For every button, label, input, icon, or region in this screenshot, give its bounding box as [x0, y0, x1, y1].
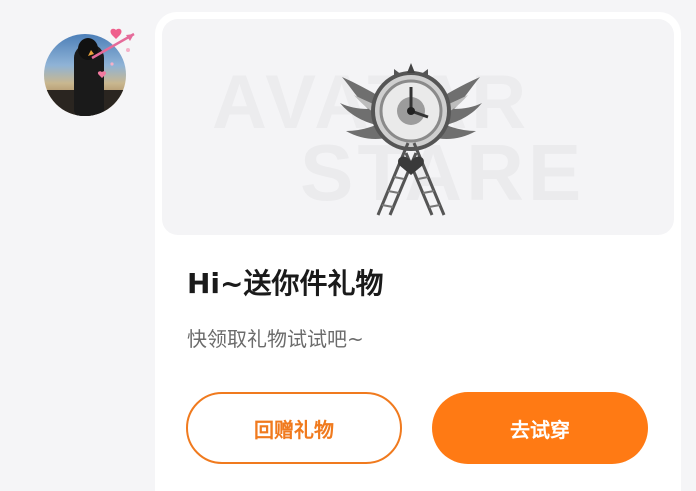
- gift-title: Hi~送你件礼物: [187, 267, 384, 300]
- return-gift-button[interactable]: 回赠礼物: [186, 392, 402, 464]
- gift-banner: AVATAR STARE: [162, 19, 674, 235]
- cupid-arrow-decoration-icon: [88, 28, 135, 78]
- gift-card: AVATAR STARE: [155, 12, 681, 491]
- try-on-button[interactable]: 去试穿: [432, 392, 648, 464]
- winged-clock-emblem-icon: [340, 63, 482, 216]
- gift-screen: AVATAR STARE: [0, 0, 696, 491]
- gift-subtitle: 快领取礼物试试吧~: [187, 327, 364, 351]
